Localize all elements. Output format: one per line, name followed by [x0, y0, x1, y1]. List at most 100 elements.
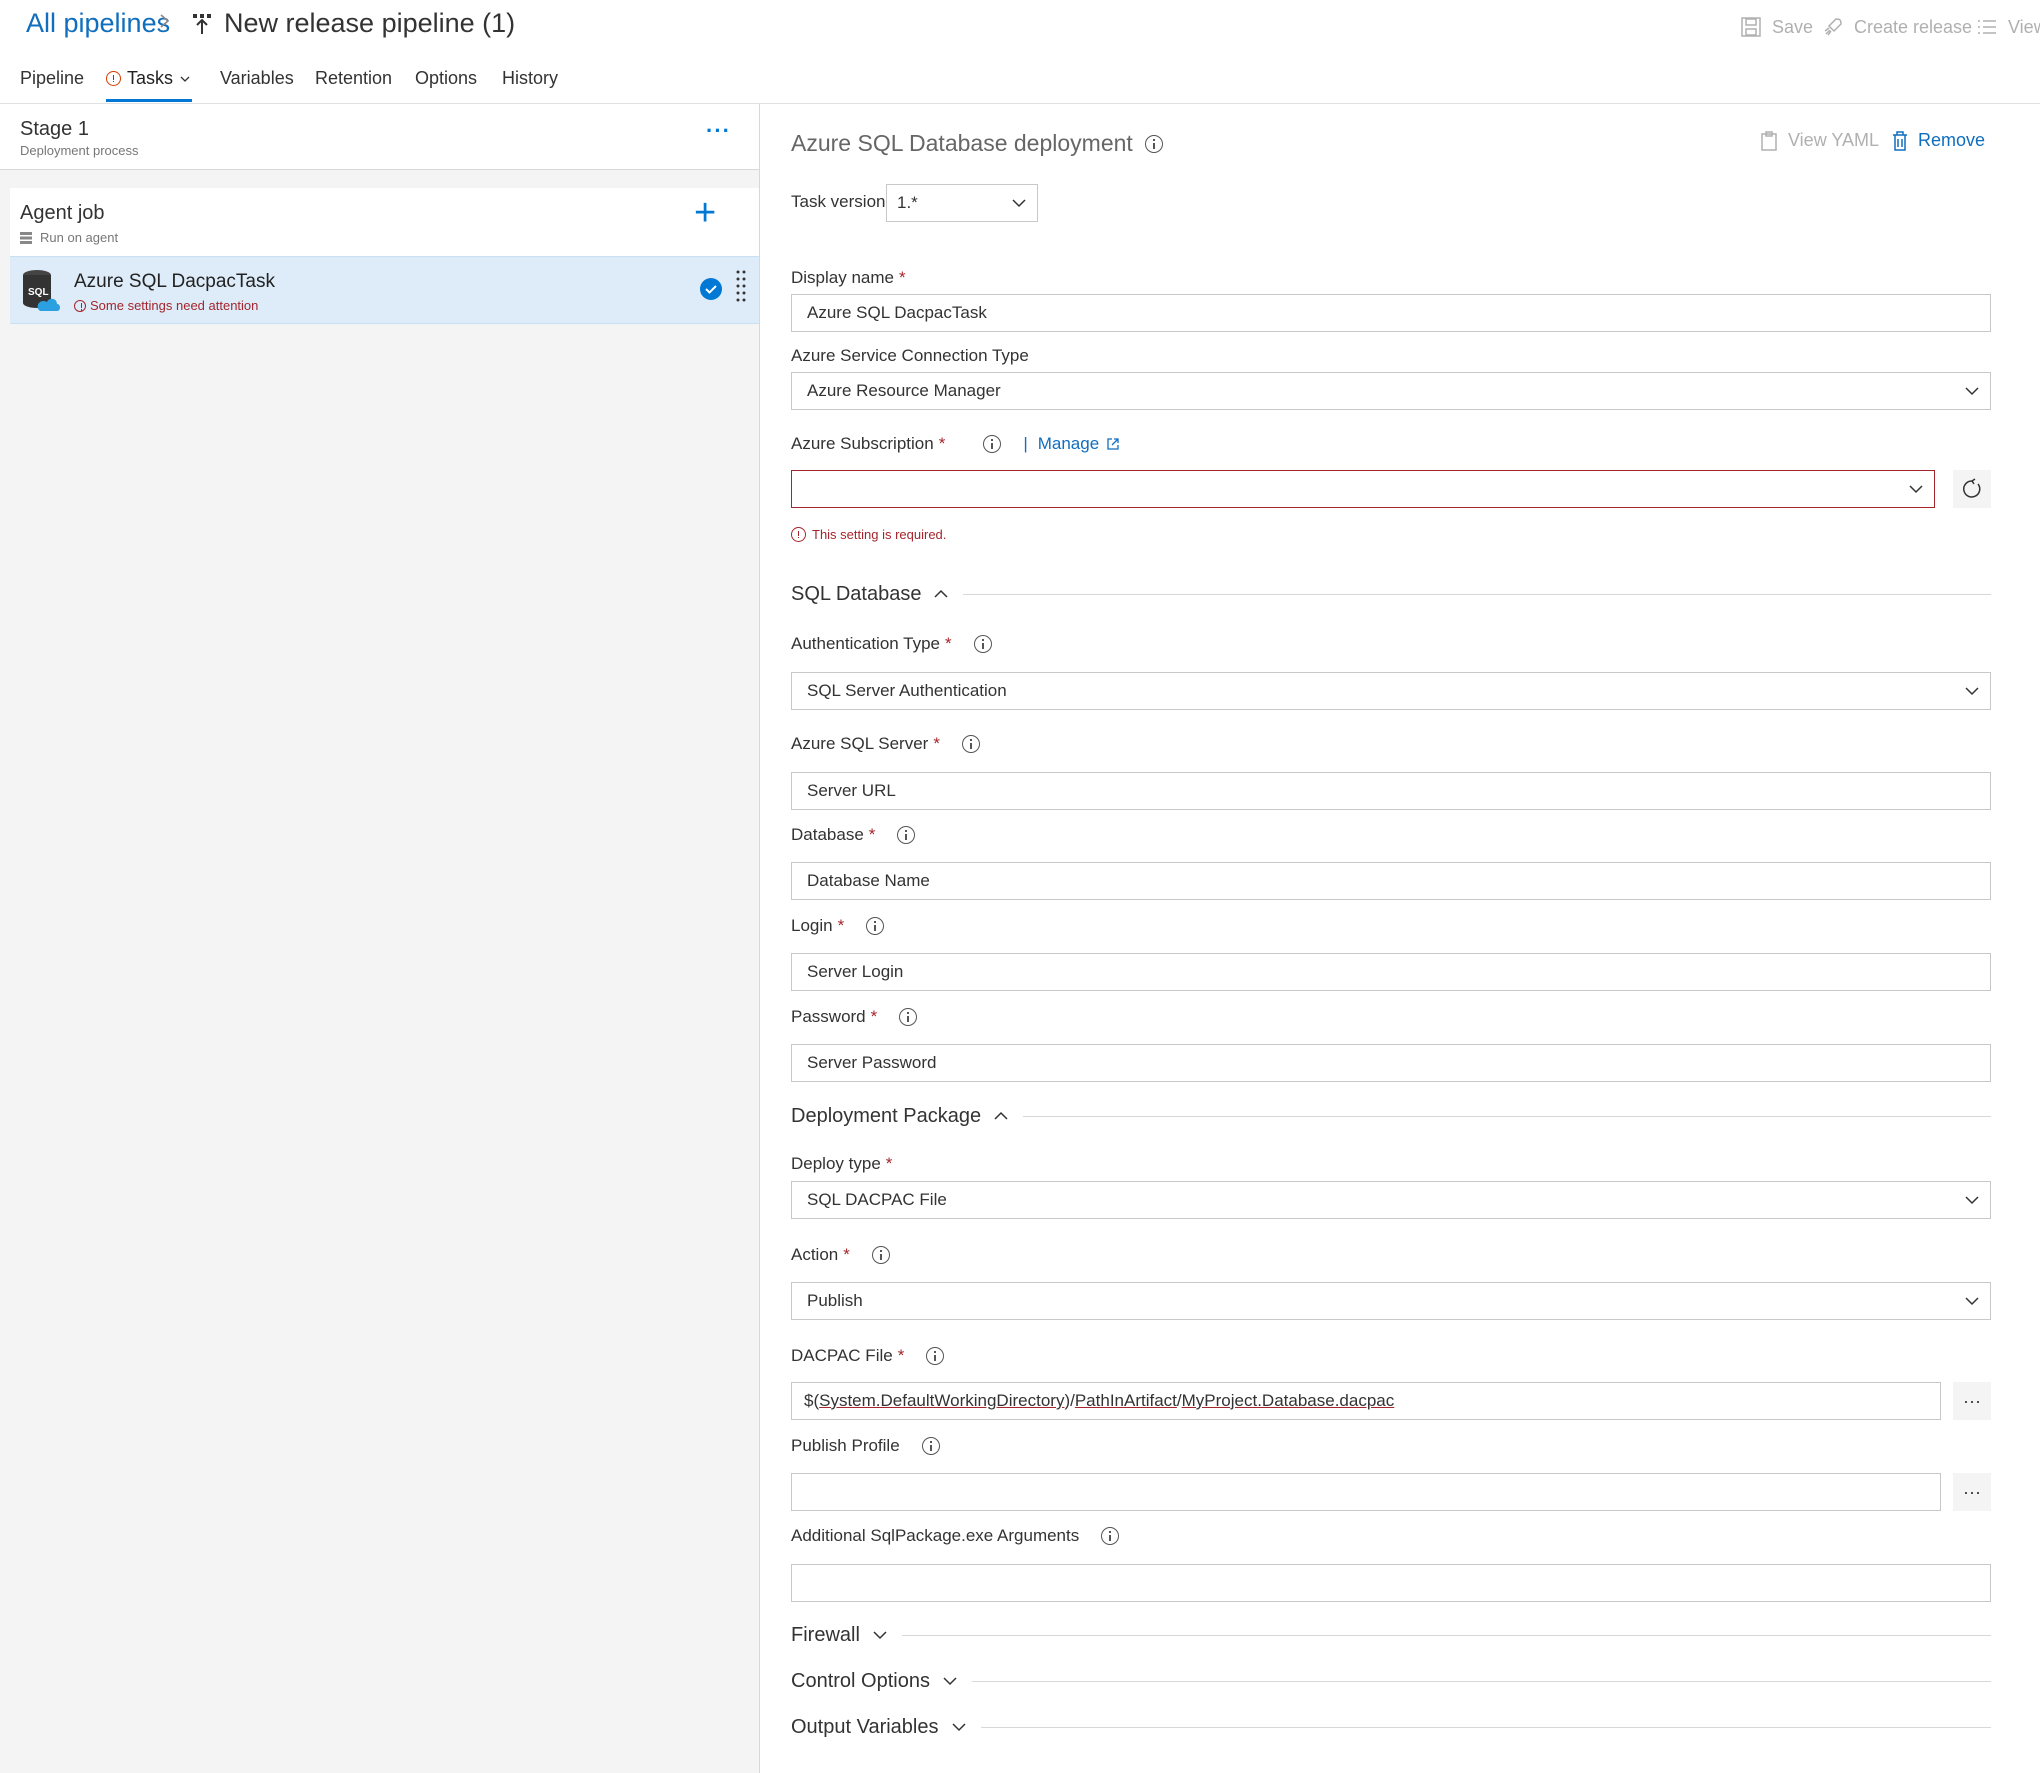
dacpac-part-file: MyProject.Database.dacpac	[1181, 1391, 1395, 1410]
login-label: Login *	[791, 916, 885, 936]
breadcrumb-all-pipelines[interactable]: All pipelines	[26, 8, 170, 39]
chevron-down-icon	[1965, 1196, 1979, 1205]
deployment-package-section-header[interactable]: Deployment Package	[791, 1101, 1991, 1131]
section-divider	[1023, 1115, 1991, 1117]
subscription-select[interactable]	[791, 470, 1935, 508]
info-icon[interactable]	[983, 435, 1002, 453]
stage-more-button[interactable]: ···	[706, 118, 731, 144]
password-placeholder: Server Password	[807, 1053, 937, 1072]
dacpac-browse-button[interactable]: ···	[1953, 1382, 1991, 1420]
server-icon	[20, 231, 32, 244]
drag-handle-icon[interactable]	[736, 269, 746, 305]
deployment-package-section-title: Deployment Package	[791, 1104, 982, 1127]
add-task-button[interactable]: +	[694, 194, 716, 232]
database-input[interactable]: Database Name	[791, 862, 1991, 900]
action-value: Publish	[807, 1291, 863, 1310]
dacpac-sep-1: )/	[1064, 1391, 1075, 1410]
tab-active-indicator	[106, 99, 192, 102]
info-icon[interactable]	[1144, 134, 1163, 153]
auth-type-select[interactable]: SQL Server Authentication	[791, 672, 1991, 710]
remove-button[interactable]: Remove	[1892, 130, 1985, 151]
info-icon[interactable]	[961, 735, 980, 753]
tab-history[interactable]: History	[502, 68, 558, 89]
action-select[interactable]: Publish	[791, 1282, 1991, 1320]
agent-job-subtitle: Run on agent	[40, 230, 119, 245]
firewall-section-title: Firewall	[791, 1623, 860, 1646]
agent-job-subtitle-row: Run on agent	[20, 230, 118, 245]
breadcrumb-chevron-icon	[158, 8, 172, 41]
create-release-button[interactable]: Create release	[1822, 16, 1972, 38]
display-name-input[interactable]: Azure SQL DacpacTask	[791, 294, 1991, 332]
control-options-section-header[interactable]: Control Options	[791, 1666, 1991, 1696]
dacpac-file-input[interactable]: $( System.DefaultWorkingDirectory )/ Pat…	[791, 1382, 1941, 1420]
panel-title-text: Azure SQL Database deployment	[791, 130, 1133, 156]
required-error-text: This setting is required.	[812, 527, 947, 542]
info-icon[interactable]	[926, 1347, 945, 1365]
view-yaml-button[interactable]: View YAML	[1760, 130, 1879, 151]
info-icon[interactable]	[871, 1246, 890, 1264]
chevron-down-icon	[1965, 387, 1979, 396]
publish-profile-browse-button[interactable]: ···	[1953, 1473, 1991, 1511]
task-version-value: 1.*	[897, 193, 918, 212]
page-title: New release pipeline (1)	[224, 8, 516, 38]
tab-retention[interactable]: Retention	[315, 68, 392, 89]
sql-database-section-header[interactable]: SQL Database	[791, 579, 1991, 609]
agent-job-title: Agent job	[20, 202, 105, 224]
info-icon[interactable]	[973, 635, 992, 653]
task-row[interactable]: SQL Azure SQL DacpacTask Some settings n…	[10, 256, 759, 324]
view-button[interactable]: View	[1976, 16, 2040, 38]
tab-variables[interactable]: Variables	[220, 68, 294, 89]
agent-job[interactable]: Agent job Run on agent +	[10, 188, 759, 256]
deploy-type-select[interactable]: SQL DACPAC File	[791, 1181, 1991, 1219]
tab-options[interactable]: Options	[415, 68, 477, 89]
info-icon[interactable]	[897, 826, 916, 844]
refresh-button[interactable]	[1953, 470, 1991, 508]
action-label: Action *	[791, 1245, 890, 1265]
additional-args-input[interactable]	[791, 1564, 1991, 1602]
connection-type-value: Azure Resource Manager	[807, 381, 1001, 400]
publish-profile-label: Publish Profile	[791, 1436, 940, 1456]
section-divider	[980, 1726, 1991, 1728]
task-warning-text: Some settings need attention	[90, 298, 259, 313]
task-version-label: Task version	[791, 192, 886, 211]
task-version-select[interactable]: 1.*	[886, 184, 1038, 222]
stage-header[interactable]: Stage 1 Deployment process ···	[0, 104, 759, 170]
connection-type-select[interactable]: Azure Resource Manager	[791, 372, 1991, 410]
display-name-value: Azure SQL DacpacTask	[807, 303, 987, 322]
panel-title: Azure SQL Database deployment	[791, 130, 1163, 157]
dacpac-part-working-dir: System.DefaultWorkingDirectory	[819, 1391, 1065, 1410]
azure-sql-server-input[interactable]: Server URL	[791, 772, 1991, 810]
chevron-down-icon	[951, 1723, 966, 1732]
database-placeholder: Database Name	[807, 871, 930, 890]
info-icon[interactable]	[1101, 1527, 1120, 1545]
stage-title: Stage 1	[20, 118, 89, 140]
display-name-label: Display name *	[791, 268, 906, 287]
info-icon[interactable]	[921, 1437, 940, 1455]
password-input[interactable]: Server Password	[791, 1044, 1991, 1082]
external-link-icon	[1107, 438, 1119, 450]
separator: |	[1023, 434, 1028, 453]
rocket-icon	[1824, 18, 1842, 36]
save-button[interactable]: Save	[1740, 16, 1813, 38]
chevron-down-icon	[943, 1677, 957, 1686]
info-icon[interactable]	[866, 917, 885, 935]
dacpac-part-path: PathInArtifact	[1074, 1391, 1177, 1410]
output-variables-section-header[interactable]: Output Variables	[791, 1712, 1991, 1742]
publish-profile-input[interactable]	[791, 1473, 1941, 1511]
task-enabled-check-icon[interactable]	[700, 278, 722, 300]
login-input[interactable]: Server Login	[791, 953, 1991, 991]
trash-icon	[1893, 130, 1907, 151]
chevron-down-icon	[873, 1631, 887, 1640]
firewall-section-header[interactable]: Firewall	[791, 1620, 1991, 1650]
save-label: Save	[1772, 16, 1814, 37]
tab-pipeline[interactable]: Pipeline	[20, 68, 84, 89]
sql-database-icon: SQL	[23, 270, 60, 311]
chevron-down-icon	[1012, 199, 1026, 208]
view-label: View	[2008, 16, 2040, 37]
tab-tasks[interactable]: Tasks	[106, 68, 191, 89]
svg-text:SQL: SQL	[28, 287, 49, 298]
info-icon[interactable]	[899, 1008, 918, 1026]
task-warning: Some settings need attention	[74, 298, 258, 313]
list-icon	[1978, 20, 1996, 34]
manage-link[interactable]: Manage	[1038, 434, 1119, 454]
